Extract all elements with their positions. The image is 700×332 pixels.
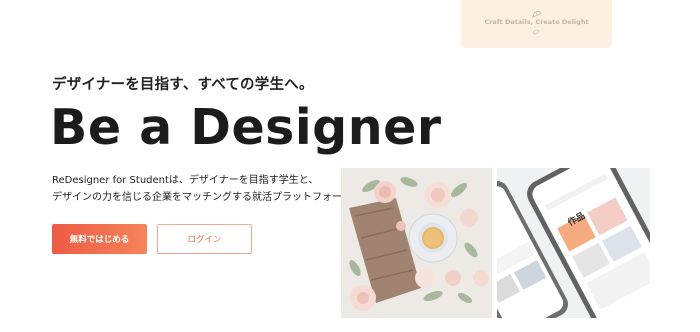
hero-title: Be a Designer xyxy=(50,99,442,156)
flowers-tea-illustration xyxy=(341,168,492,318)
signup-button[interactable]: 無料ではじめる xyxy=(52,224,147,254)
description-line-1: ReDesigner for Studentは、デザイナーを目指す学生と、 xyxy=(52,175,319,186)
login-button[interactable]: ログイン xyxy=(157,224,252,254)
top-illustration-card: Craft Details, Create Delight xyxy=(461,0,612,48)
phones-photo: 作品 xyxy=(497,168,650,318)
flowers-tea-photo xyxy=(341,168,492,318)
hero-subtitle: デザイナーを目指す、すべての学生へ。 xyxy=(52,77,314,93)
leaf-icon xyxy=(532,29,540,35)
card-tagline: Craft Details, Create Delight xyxy=(484,18,589,26)
description-line-2: デザインの力を信じる企業をマッチングする就活プラットフォームです。 xyxy=(52,192,381,203)
hero-description: ReDesigner for Studentは、デザイナーを目指す学生と、 デザ… xyxy=(52,172,381,206)
page-right-margin xyxy=(650,0,700,332)
phones-illustration xyxy=(497,168,650,318)
